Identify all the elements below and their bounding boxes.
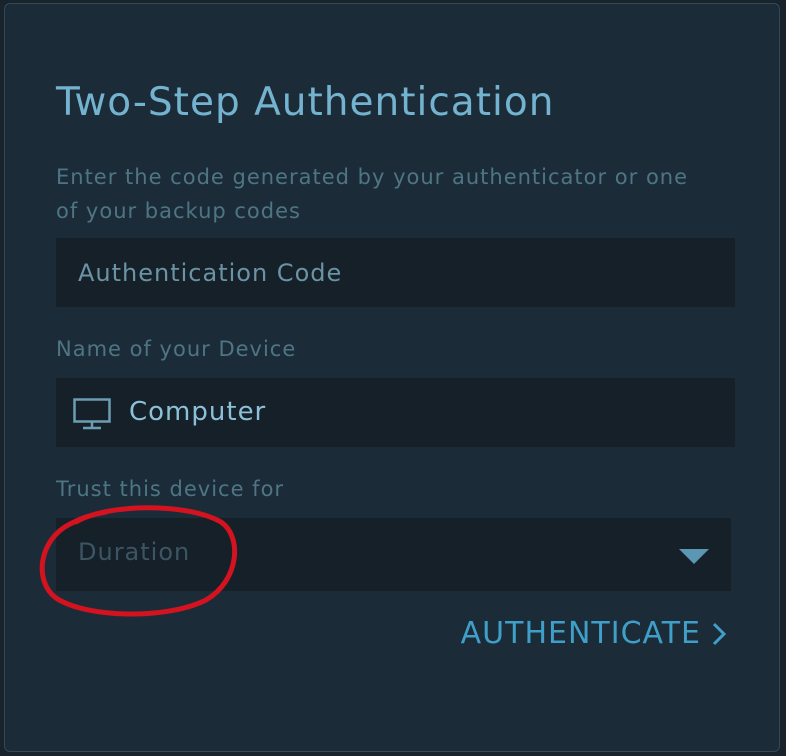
device-name-value: Computer xyxy=(129,397,267,427)
authenticate-label: AUTHENTICATE xyxy=(460,616,701,651)
monitor-icon xyxy=(73,398,111,430)
trust-duration-select[interactable]: Duration xyxy=(56,518,731,591)
chevron-right-icon xyxy=(712,622,727,645)
device-name-label: Name of your Device xyxy=(56,337,297,361)
authentication-code-field xyxy=(56,238,735,307)
authentication-code-input[interactable] xyxy=(56,238,735,307)
device-name-field[interactable]: Computer xyxy=(56,378,735,447)
authenticate-button[interactable]: AUTHENTICATE xyxy=(461,616,727,651)
caret-down-icon[interactable] xyxy=(679,549,709,564)
trust-duration-value: Duration xyxy=(78,538,191,566)
two-step-auth-dialog: Two-Step Authentication Enter the code g… xyxy=(4,3,780,752)
dialog-title: Two-Step Authentication xyxy=(56,80,555,125)
trust-duration-label: Trust this device for xyxy=(56,477,285,501)
instruction-text: Enter the code generated by your authent… xyxy=(56,165,689,223)
